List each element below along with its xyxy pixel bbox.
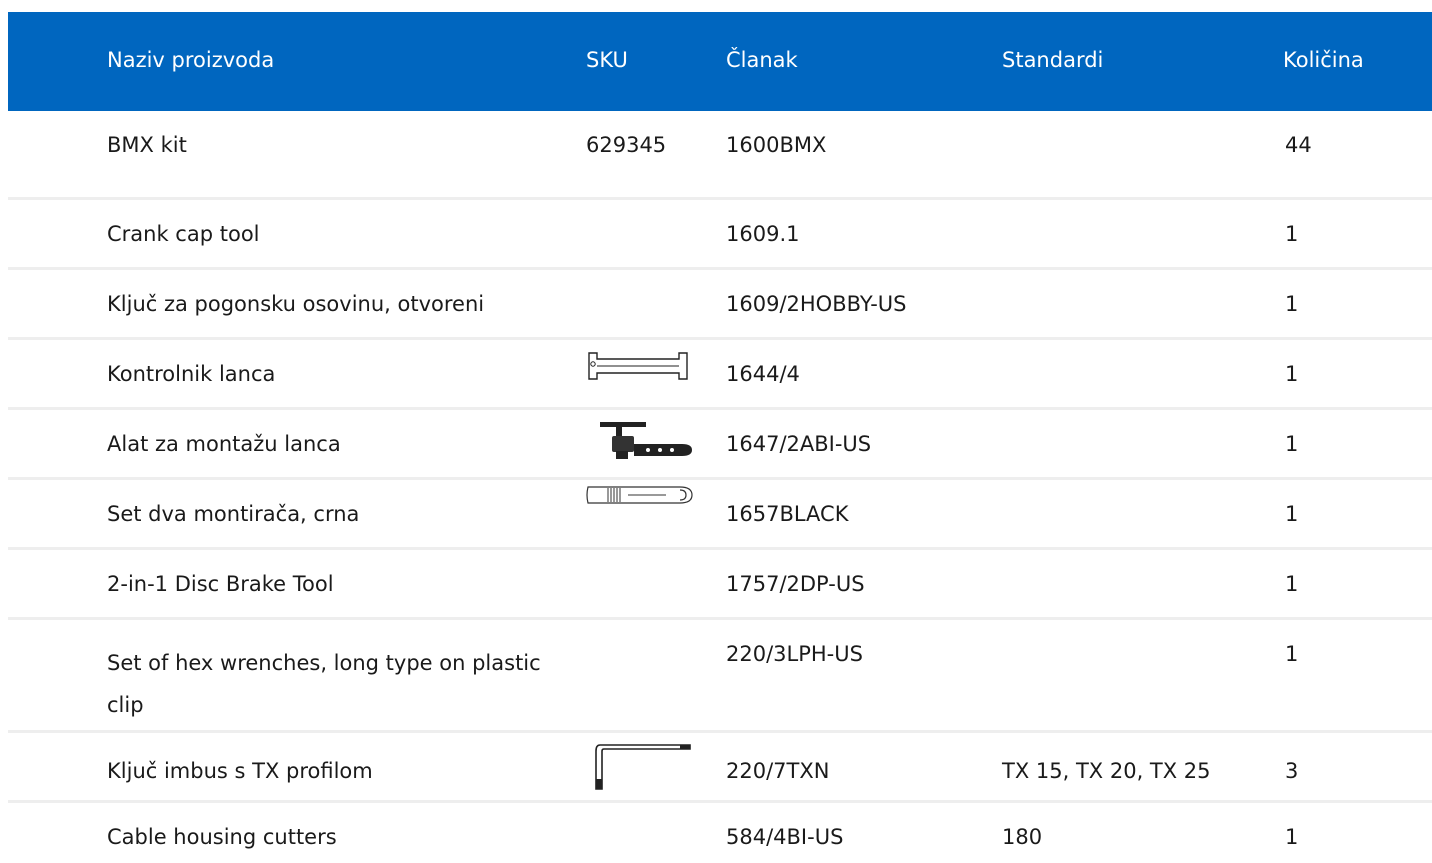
row-article: 1657BLACK — [726, 502, 849, 526]
table-row: Crank cap tool 1609.1 1 — [8, 200, 1432, 270]
row-quantity: 1 — [1285, 222, 1299, 246]
row-article: 220/7TXN — [726, 759, 830, 783]
header-quantity: Količina — [1283, 48, 1364, 72]
row-standards: 180 — [1002, 825, 1043, 849]
row-article: 1609.1 — [726, 222, 800, 246]
header-name: Naziv proizvoda — [107, 48, 275, 72]
chain-tool-icon — [586, 418, 698, 462]
table-header: Naziv proizvoda SKU Članak Standardi Kol… — [8, 12, 1432, 111]
row-quantity: 44 — [1285, 133, 1312, 157]
table-row: Set dva montirača, crna 1657BLACK 1 — [8, 480, 1432, 550]
row-name: Set dva montirača, crna — [107, 502, 360, 526]
row-article: 1609/2HOBBY-US — [726, 292, 907, 316]
row-name: Ključ imbus s TX profilom — [107, 759, 373, 783]
row-name: Set of hex wrenches, long type on plasti… — [107, 651, 541, 717]
row-quantity: 1 — [1285, 825, 1299, 849]
header-sku: SKU — [586, 48, 628, 72]
row-article: 1644/4 — [726, 362, 800, 386]
table-row: Kontrolnik lanca 1644/4 1 — [8, 340, 1432, 410]
row-name: Ključ za pogonsku osovinu, otvoreni — [107, 292, 485, 316]
row-name: Kontrolnik lanca — [107, 362, 276, 386]
table-row: 2-in-1 Disc Brake Tool 1757/2DP-US 1 — [8, 550, 1432, 620]
row-quantity: 1 — [1285, 502, 1299, 526]
row-quantity: 3 — [1285, 759, 1299, 783]
row-name: 2-in-1 Disc Brake Tool — [107, 572, 334, 596]
row-standards: TX 15, TX 20, TX 25 — [1002, 759, 1211, 783]
row-quantity: 1 — [1285, 292, 1299, 316]
row-quantity: 1 — [1285, 642, 1299, 666]
row-article: 1600BMX — [726, 133, 827, 157]
row-sku: 629345 — [586, 133, 667, 157]
row-quantity: 1 — [1285, 362, 1299, 386]
table-row: Cable housing cutters 584/4BI-US 180 1 — [8, 803, 1432, 863]
product-table: Naziv proizvoda SKU Članak Standardi Kol… — [8, 12, 1432, 863]
table-row: Alat za montažu lanca 1647/2ABI-US 1 — [8, 410, 1432, 480]
table-row: Ključ imbus s TX profilom 220/7TXN TX 15… — [8, 733, 1432, 803]
row-name: BMX kit — [107, 133, 187, 157]
table-row: Ključ za pogonsku osovinu, otvoreni 1609… — [8, 270, 1432, 340]
torx-key-icon — [586, 741, 694, 793]
row-article: 1757/2DP-US — [726, 572, 865, 596]
table-row: BMX kit 629345 1600BMX 44 — [8, 111, 1432, 200]
header-standards: Standardi — [1002, 48, 1104, 72]
table-row: Set of hex wrenches, long type on plasti… — [8, 620, 1432, 733]
row-name: Cable housing cutters — [107, 825, 337, 849]
header-article: Članak — [726, 48, 798, 72]
row-name: Alat za montažu lanca — [107, 432, 341, 456]
row-quantity: 1 — [1285, 432, 1299, 456]
row-article: 1647/2ABI-US — [726, 432, 872, 456]
tire-lever-icon — [586, 484, 696, 506]
row-quantity: 1 — [1285, 572, 1299, 596]
chain-checker-icon — [586, 350, 694, 382]
row-article: 584/4BI-US — [726, 825, 844, 849]
row-name: Crank cap tool — [107, 222, 260, 246]
row-article: 220/3LPH-US — [726, 642, 863, 666]
